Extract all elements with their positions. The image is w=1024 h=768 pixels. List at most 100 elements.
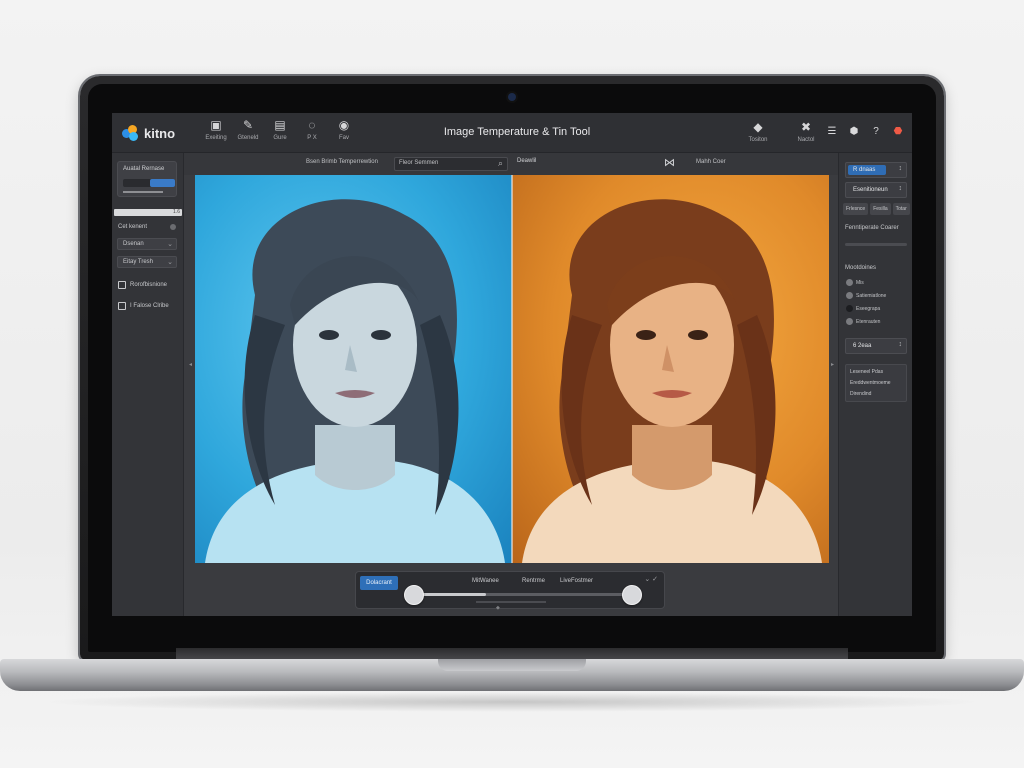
modes-label: Mootdoines — [845, 265, 877, 271]
warm-preview — [512, 175, 829, 563]
chevron-icon: ↕ — [898, 185, 903, 192]
select-value: Eitay Tresh — [123, 259, 154, 265]
note-3: Direndind — [850, 391, 872, 397]
pin-icon: ◉ — [338, 118, 350, 132]
notes-box: Leseneel Pdas Ereddwentmoeme Direndind — [845, 364, 907, 402]
expand-icon[interactable]: ⌄ ✓ — [644, 575, 658, 583]
tool-picture[interactable]: ▤ Gure — [268, 118, 292, 141]
window-title: Image Temperature & Tin Tool — [443, 126, 591, 138]
note-2: Ereddwentmoeme — [850, 380, 891, 386]
checkbox-2[interactable] — [118, 302, 126, 310]
tab-2[interactable]: Fesilla — [870, 203, 891, 215]
radio-1-label: Mis — [856, 280, 864, 286]
slider-value: 1.6 — [173, 209, 180, 215]
filter-search[interactable]: Fleor Semmen ⌕ — [394, 157, 508, 171]
brush-icon: ✎ — [242, 118, 254, 132]
tool-label: Fav — [338, 135, 349, 141]
preset-select[interactable]: Eitay Tresh ⌄ — [117, 256, 177, 268]
tab-1[interactable]: Frlesnce — [843, 203, 869, 215]
cool-thumb[interactable] — [404, 585, 424, 605]
detail-label: Deawlil — [517, 158, 537, 164]
search-placeholder: Fleor Semmen — [399, 160, 439, 166]
canvas-header: Bsen Brimb Temperrewtion Fleor Semmen ⌕ … — [184, 153, 838, 175]
checkbox-1-label: Rorofbisnione — [130, 282, 168, 288]
amount-select[interactable]: 6 2eaa ↕ — [845, 338, 907, 354]
app-logo[interactable]: kitno — [122, 125, 175, 141]
radio-4-label: Etenrauten — [856, 319, 881, 325]
radio-3-label: Eseegrapa — [856, 306, 881, 312]
select-value: Dsenan — [123, 241, 144, 247]
section-label: Cet kenent — [118, 224, 148, 230]
radio-3[interactable] — [846, 305, 853, 312]
tool-image[interactable]: ▣ Exeiting — [204, 118, 228, 141]
alert-icon[interactable]: ⬣ — [892, 126, 904, 137]
left-panel: Auatal Rernase 1.6 Cet kenent Dsenan ⌄ E… — [112, 153, 184, 616]
profile-select[interactable]: Esenitioneun ↕ — [845, 182, 907, 198]
chevron-icon: ⌄ — [167, 259, 173, 266]
live-preview-label[interactable]: LiveFostmer — [560, 578, 593, 584]
temperature-track-fill — [414, 593, 486, 596]
system-icons: ☰ ⬢ ? ⬣ — [826, 126, 904, 137]
checkbox-2-label: I Falose Clribe — [130, 303, 169, 309]
document-button[interactable]: Dolacrant — [360, 576, 398, 590]
adjustment-fill[interactable] — [150, 179, 175, 187]
white-balance-label: MitWanee — [472, 578, 499, 584]
section-dot — [170, 224, 176, 230]
wrench-icon: ✖ — [800, 120, 812, 134]
select-value: 6 2eaa — [853, 343, 872, 349]
restore-label[interactable]: Rentrme — [522, 578, 545, 584]
title-bar: kitno ▣ Exeiting ✎ Gteneld ▤ Gure ◌ P X … — [112, 113, 912, 153]
mode-select[interactable]: Dsenan ⌄ — [117, 238, 177, 250]
portrait-cool — [205, 199, 505, 563]
laptop-shadow — [40, 692, 984, 712]
tool-label: Tositon — [748, 137, 768, 143]
secondary-track — [476, 601, 546, 603]
logo-icon — [122, 125, 140, 141]
compare-icon[interactable]: ⋈ — [664, 156, 675, 169]
tool-label: Gteneld — [237, 135, 259, 141]
adjustment-subline — [123, 191, 163, 193]
tab-3[interactable]: Totar — [892, 203, 910, 215]
select-value: R dnaas — [853, 167, 876, 173]
app-name: kitno — [144, 125, 176, 141]
tool-wrench[interactable]: ✖ Nactol — [793, 120, 819, 143]
temperature-color-label: Fenntiperate Coarer — [845, 225, 899, 231]
image-icon: ▣ — [210, 118, 222, 132]
temperature-color-slider[interactable] — [845, 243, 907, 246]
tool-brush[interactable]: ✎ Gteneld — [236, 118, 260, 141]
help-icon[interactable]: ? — [870, 126, 882, 137]
tool-pin[interactable]: ◉ Fav — [332, 118, 356, 141]
panel-tabs: Frlesnce Fesilla Totar — [843, 203, 910, 215]
value-slider[interactable]: 1.6 — [114, 209, 182, 216]
adjustment-box[interactable]: Auatal Rernase — [117, 161, 177, 197]
checkbox-1[interactable] — [118, 281, 126, 289]
laptop-base-notch — [438, 659, 586, 671]
left-collapse-icon[interactable]: ◂ — [189, 361, 192, 368]
source-select[interactable]: R dnaas ↕ — [845, 162, 907, 178]
webcam — [508, 93, 516, 101]
tool-circle[interactable]: ◌ P X — [300, 118, 324, 141]
temperature-control-bar: Dolacrant MitWanee Rentrme LiveFostmer ⌄… — [355, 571, 665, 611]
radio-4[interactable] — [846, 318, 853, 325]
radio-2[interactable] — [846, 292, 853, 299]
shield-icon[interactable]: ⬢ — [848, 126, 860, 137]
chevron-icon: ↕ — [898, 165, 903, 172]
tool-label: P X — [307, 135, 317, 141]
warm-thumb[interactable] — [622, 585, 642, 605]
menu-icon[interactable]: ☰ — [826, 126, 838, 137]
match-color-label[interactable]: Mahh Coer — [696, 159, 726, 165]
circle-icon: ◌ — [308, 118, 316, 132]
note-1: Leseneel Pdas — [850, 369, 884, 375]
image-canvas[interactable] — [195, 175, 829, 563]
right-toolbar: ◆ Tositon ✖ Nactol — [745, 120, 819, 143]
cool-preview — [195, 175, 512, 563]
split-divider[interactable] — [511, 175, 513, 563]
app-window: kitno ▣ Exeiting ✎ Gteneld ▤ Gure ◌ P X … — [112, 113, 912, 616]
radio-2-label: Satiemiatlone — [856, 293, 887, 299]
tool-layers[interactable]: ◆ Tositon — [745, 120, 771, 143]
secondary-marker-icon: ◆ — [496, 605, 500, 611]
right-collapse-icon[interactable]: ▸ — [831, 361, 834, 368]
toolbar: ▣ Exeiting ✎ Gteneld ▤ Gure ◌ P X ◉ Fav — [204, 118, 356, 141]
radio-1[interactable] — [846, 279, 853, 286]
layers-icon: ◆ — [753, 120, 763, 134]
